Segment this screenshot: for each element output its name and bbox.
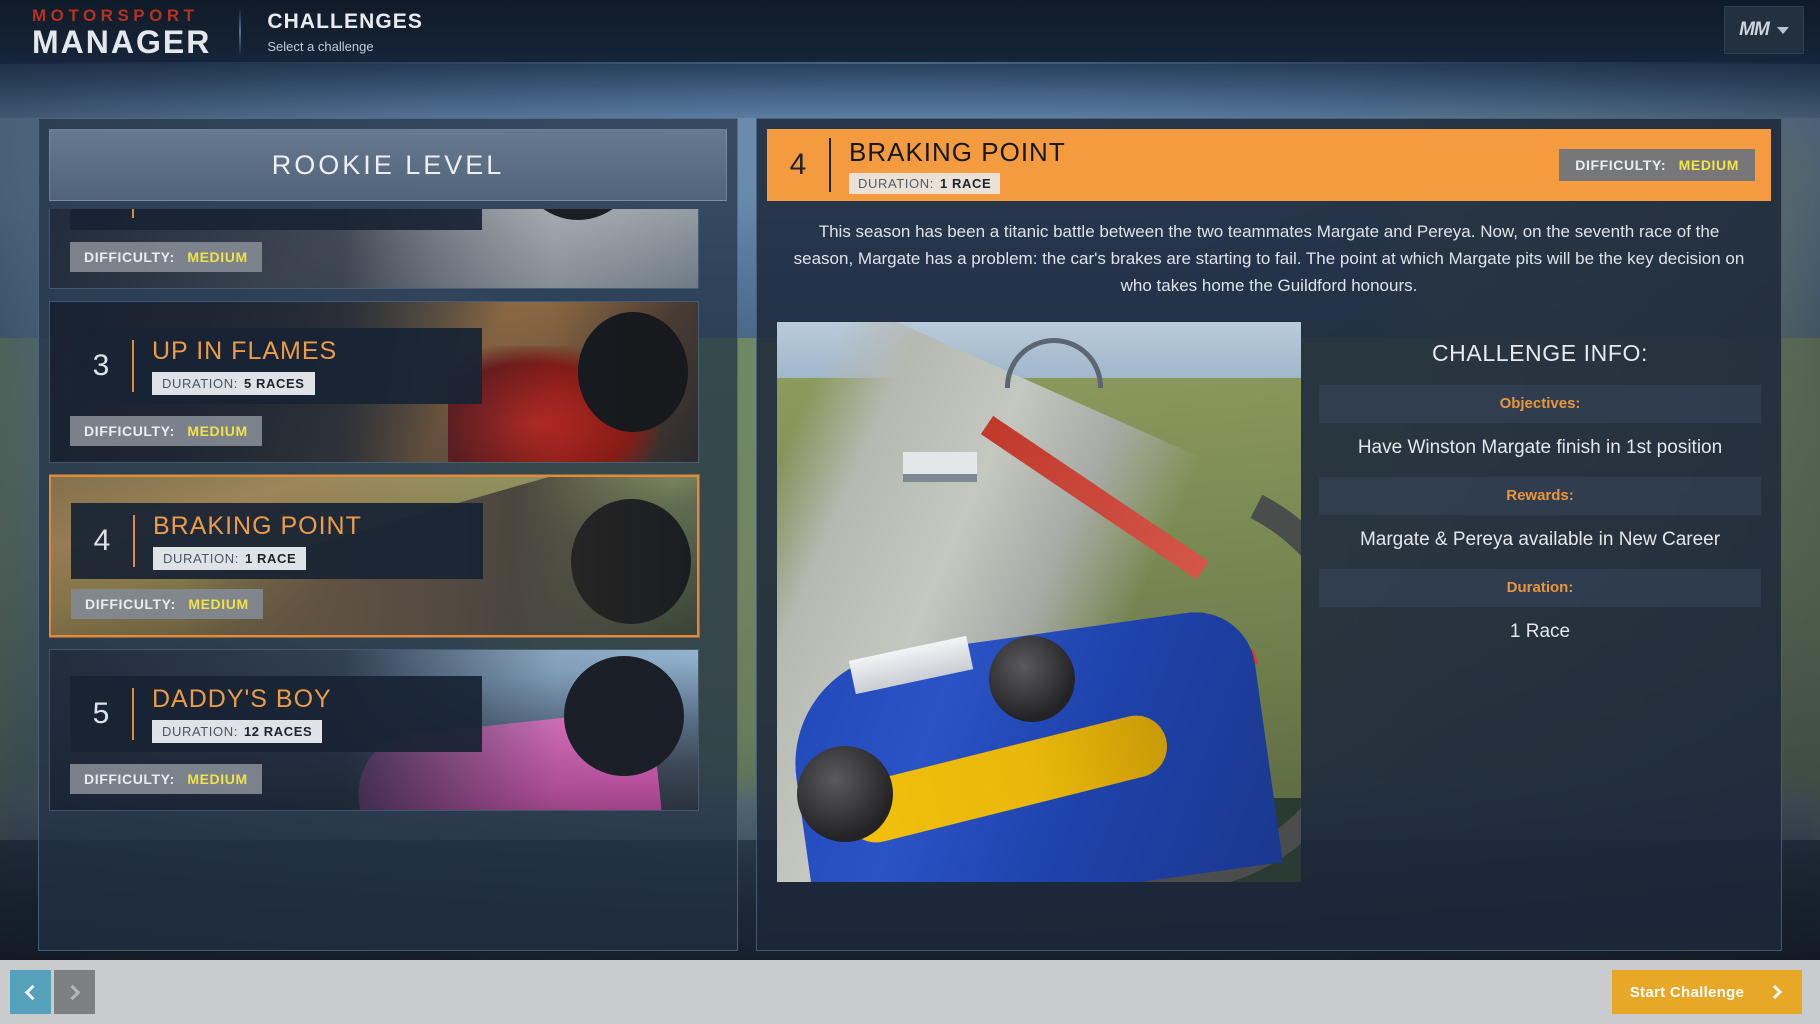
content-area: ROOKIE LEVEL DIFFICULTY: bbox=[0, 64, 1820, 960]
challenge-list-viewport: DIFFICULTY: MEDIUM 3 UP IN FLAMES bbox=[49, 209, 727, 939]
detail-duration-label: DURATION: bbox=[858, 176, 934, 191]
detail-accent-bar bbox=[829, 138, 831, 192]
challenge-info-column: CHALLENGE INFO: Objectives: Have Winston… bbox=[1319, 322, 1761, 882]
difficulty-label: DIFFICULTY: bbox=[85, 596, 176, 612]
difficulty-value: MEDIUM bbox=[188, 596, 248, 612]
objectives-label: Objectives: bbox=[1319, 385, 1761, 423]
card-body: 4 BRAKING POINT DURATION: 1 RACE bbox=[71, 503, 483, 579]
status-badge: DIFFICULTY: MEDIUM bbox=[70, 416, 262, 446]
card-title: DADDY'S BOY bbox=[152, 685, 332, 714]
list-item-selected[interactable]: 4 BRAKING POINT DURATION: 1 RACE DIFFICUL… bbox=[49, 475, 699, 637]
detail-header: 4 BRAKING POINT DURATION: 1 RACE DIFFICUL… bbox=[767, 129, 1771, 201]
detail-description: This season has been a titanic battle be… bbox=[791, 219, 1747, 300]
status-badge: DIFFICULTY: MEDIUM bbox=[70, 242, 262, 272]
start-challenge-button[interactable]: Start Challenge bbox=[1612, 970, 1802, 1014]
difficulty-value: MEDIUM bbox=[187, 249, 247, 265]
detail-duration-badge: DURATION: 1 RACE bbox=[849, 173, 1000, 194]
detail-difficulty-value: MEDIUM bbox=[1679, 157, 1739, 173]
list-item[interactable]: 3 UP IN FLAMES DURATION: 5 RACES DIFFICUL… bbox=[49, 301, 699, 463]
card-body: 5 DADDY'S BOY DURATION: 12 RACES bbox=[70, 676, 482, 752]
next-button[interactable] bbox=[54, 970, 95, 1014]
race-car-wheel bbox=[989, 636, 1075, 722]
level-header-label: ROOKIE LEVEL bbox=[272, 150, 505, 181]
chevron-down-icon bbox=[1777, 27, 1789, 34]
difficulty-value: MEDIUM bbox=[187, 771, 247, 787]
game-logo: MOTORSPORT MANAGER bbox=[32, 7, 211, 58]
page-title: CHALLENGES bbox=[267, 8, 423, 35]
logo-motorsport: MOTORSPORT bbox=[32, 7, 211, 24]
difficulty-label: DIFFICULTY: bbox=[84, 423, 175, 439]
detail-body: CHALLENGE INFO: Objectives: Have Winston… bbox=[767, 322, 1771, 882]
card-accent-bar bbox=[132, 688, 134, 740]
track-building bbox=[903, 452, 977, 482]
logo-manager: MANAGER bbox=[32, 26, 211, 58]
duration-badge: DURATION: 1 RACE bbox=[153, 547, 306, 570]
track-preview-image bbox=[777, 322, 1301, 882]
card-body: 3 UP IN FLAMES DURATION: 5 RACES bbox=[70, 328, 482, 404]
duration-label: DURATION: bbox=[162, 724, 238, 739]
detail-number: 4 bbox=[767, 148, 829, 182]
detail-title: BRAKING POINT bbox=[849, 137, 1066, 168]
detail-title-block: BRAKING POINT DURATION: 1 RACE bbox=[849, 137, 1066, 194]
top-bar: MOTORSPORT MANAGER CHALLENGES Select a c… bbox=[0, 0, 1820, 64]
card-number: 3 bbox=[70, 349, 132, 383]
detail-difficulty-label: DIFFICULTY: bbox=[1575, 157, 1666, 173]
duration-info-value: 1 Race bbox=[1319, 621, 1761, 643]
card-accent-bar bbox=[132, 340, 134, 392]
card-title: BRAKING POINT bbox=[153, 512, 362, 541]
card-accent-bar bbox=[133, 515, 135, 567]
challenge-info-title: CHALLENGE INFO: bbox=[1319, 340, 1761, 367]
card-title: UP IN FLAMES bbox=[152, 337, 337, 366]
card-body bbox=[70, 209, 482, 230]
card-number: 4 bbox=[71, 524, 133, 558]
duration-info-label: Duration: bbox=[1319, 569, 1761, 607]
card-number: 5 bbox=[70, 697, 132, 731]
nav-buttons bbox=[10, 970, 95, 1014]
challenge-list-panel: ROOKIE LEVEL DIFFICULTY: bbox=[38, 118, 738, 951]
chevron-left-icon bbox=[25, 984, 41, 1000]
bottom-bar: Start Challenge bbox=[0, 960, 1820, 1024]
duration-value: 12 RACES bbox=[244, 724, 312, 739]
difficulty-label: DIFFICULTY: bbox=[84, 249, 175, 265]
profile-badge[interactable]: MM bbox=[1724, 6, 1804, 54]
page-subtitle: Select a challenge bbox=[267, 39, 423, 56]
rewards-value: Margate & Pereya available in New Career bbox=[1319, 529, 1761, 551]
chevron-right-icon bbox=[65, 984, 81, 1000]
challenge-detail-panel: 4 BRAKING POINT DURATION: 1 RACE DIFFICUL… bbox=[756, 118, 1782, 951]
rewards-label: Rewards: bbox=[1319, 477, 1761, 515]
page-title-block: CHALLENGES Select a challenge bbox=[267, 8, 423, 56]
chevron-right-icon bbox=[1768, 985, 1782, 999]
card-texts: DADDY'S BOY DURATION: 12 RACES bbox=[152, 685, 332, 743]
duration-label: DURATION: bbox=[163, 551, 239, 566]
detail-duration-value: 1 RACE bbox=[940, 176, 991, 191]
start-challenge-label: Start Challenge bbox=[1630, 984, 1745, 1001]
status-badge: DIFFICULTY: MEDIUM bbox=[70, 764, 262, 794]
duration-badge: DURATION: 5 RACES bbox=[152, 372, 315, 395]
difficulty-label: DIFFICULTY: bbox=[84, 771, 175, 787]
profile-initials: MM bbox=[1739, 19, 1769, 41]
duration-value: 5 RACES bbox=[244, 376, 305, 391]
list-item[interactable]: 5 DADDY'S BOY DURATION: 12 RACES DIFFICUL… bbox=[49, 649, 699, 811]
card-texts: UP IN FLAMES DURATION: 5 RACES bbox=[152, 337, 337, 395]
card-accent-bar bbox=[132, 209, 134, 218]
difficulty-value: MEDIUM bbox=[187, 423, 247, 439]
topbar-divider bbox=[239, 10, 241, 54]
level-header: ROOKIE LEVEL bbox=[49, 129, 727, 201]
objectives-value: Have Winston Margate finish in 1st posit… bbox=[1319, 437, 1761, 459]
duration-label: DURATION: bbox=[162, 376, 238, 391]
challenge-list: DIFFICULTY: MEDIUM 3 UP IN FLAMES bbox=[49, 209, 699, 823]
list-item[interactable]: DIFFICULTY: MEDIUM bbox=[49, 209, 699, 289]
duration-value: 1 RACE bbox=[245, 551, 296, 566]
status-badge: DIFFICULTY: MEDIUM bbox=[71, 589, 263, 619]
previous-button[interactable] bbox=[10, 970, 51, 1014]
duration-badge: DURATION: 12 RACES bbox=[152, 720, 322, 743]
card-texts: BRAKING POINT DURATION: 1 RACE bbox=[153, 512, 362, 570]
race-car-wheel bbox=[797, 746, 893, 842]
detail-difficulty-badge: DIFFICULTY: MEDIUM bbox=[1559, 149, 1755, 181]
